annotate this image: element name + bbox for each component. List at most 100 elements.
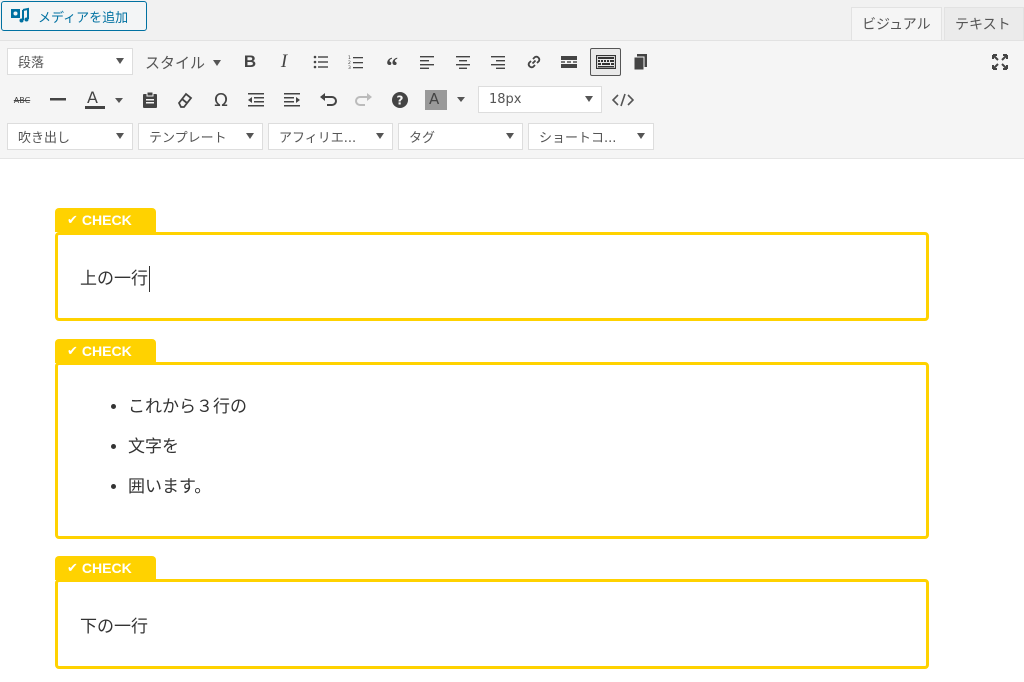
copy-icon <box>633 54 647 71</box>
list-item[interactable]: 文字を <box>128 427 247 467</box>
check-box-label: ✔ CHECK <box>55 556 156 580</box>
undo-icon <box>320 93 337 106</box>
align-left-button[interactable] <box>413 48 441 76</box>
italic-button[interactable]: I <box>270 48 298 76</box>
tag-select[interactable]: タグ <box>398 123 523 150</box>
shortcode-label: ショートコ... <box>539 131 617 146</box>
strikethrough-button[interactable]: ABC <box>8 86 36 114</box>
indent-icon <box>284 93 300 107</box>
add-media-label: メディアを追加 <box>38 10 129 26</box>
add-media-button[interactable]: メディアを追加 <box>1 1 147 31</box>
affiliate-select[interactable]: アフィリエ... <box>268 123 393 150</box>
numbered-list-button[interactable]: 123 <box>342 48 370 76</box>
box-paragraph[interactable]: 上の一行 <box>80 264 150 292</box>
text-color-icon: A <box>85 89 123 109</box>
template-label: テンプレート <box>149 131 227 146</box>
style-dropdown[interactable]: スタイル <box>145 52 222 73</box>
template-select[interactable]: テンプレート <box>138 123 263 150</box>
insert-link-button[interactable] <box>520 48 548 76</box>
chevron-down-icon <box>213 59 222 66</box>
box-paragraph-text: 下の一行 <box>80 617 148 637</box>
chevron-down-icon <box>116 133 124 139</box>
text-cursor <box>149 266 150 292</box>
numbered-list-icon: 123 <box>348 55 363 70</box>
tag-label: タグ <box>409 131 436 146</box>
chevron-down-icon <box>116 58 124 64</box>
align-center-icon <box>456 56 470 69</box>
paragraph-format-value: 段落 <box>18 56 45 71</box>
paste-as-text-button[interactable] <box>136 86 164 114</box>
horizontal-line-icon <box>50 98 66 101</box>
checkmark-icon: ✔ <box>67 343 78 358</box>
font-size-value: 18px <box>489 92 522 107</box>
box-paragraph[interactable]: 下の一行 <box>80 612 148 637</box>
clipboard-icon <box>143 91 157 108</box>
speech-bubble-select[interactable]: 吹き出し <box>7 123 133 150</box>
help-button[interactable]: ? <box>386 86 414 114</box>
affiliate-label: アフィリエ... <box>279 131 357 146</box>
quote-icon: “ <box>386 53 398 80</box>
clear-formatting-button[interactable] <box>171 86 199 114</box>
check-label-text: CHECK <box>81 343 132 359</box>
style-label: スタイル <box>145 54 206 72</box>
background-color-button[interactable]: A <box>422 86 468 114</box>
code-icon <box>612 93 634 107</box>
text-color-button[interactable]: A <box>80 86 126 114</box>
align-left-icon <box>420 56 434 69</box>
speech-bubble-label: 吹き出し <box>18 131 71 146</box>
check-box-label: ✔ CHECK <box>55 339 156 363</box>
keyboard-icon <box>595 55 616 69</box>
box-paragraph-text: 上の一行 <box>80 269 148 289</box>
editor-content[interactable]: ✔ CHECK 上の一行 ✔ CHECK これから３行の 文字を 囲います。 ✔… <box>0 159 1024 682</box>
bullet-list[interactable]: これから３行の 文字を 囲います。 <box>88 387 247 507</box>
shortcode-select[interactable]: ショートコ... <box>528 123 654 150</box>
check-box[interactable]: 上の一行 <box>55 232 929 321</box>
bold-icon: B <box>243 52 257 71</box>
bullet-list-button[interactable] <box>307 48 335 76</box>
align-right-button[interactable] <box>484 48 512 76</box>
indent-button[interactable] <box>278 86 306 114</box>
checkmark-icon: ✔ <box>67 212 78 227</box>
outdent-button[interactable] <box>242 86 270 114</box>
outdent-icon <box>248 93 264 107</box>
bullet-list-icon <box>313 55 328 69</box>
checkmark-icon: ✔ <box>67 560 78 575</box>
check-box[interactable]: これから３行の 文字を 囲います。 <box>55 362 929 539</box>
undo-button[interactable] <box>314 86 342 114</box>
copy-button[interactable] <box>627 48 655 76</box>
editor-toolbar: 段落 スタイル B I 123 “ ABC A Ω ? A 18px 吹き出し … <box>0 40 1024 159</box>
check-box[interactable]: 下の一行 <box>55 579 929 669</box>
link-icon <box>527 55 541 69</box>
special-character-button[interactable]: Ω <box>207 86 235 114</box>
strikethrough-icon: ABC <box>13 95 31 105</box>
tab-text[interactable]: テキスト <box>944 7 1024 40</box>
help-icon: ? <box>392 92 408 108</box>
list-item[interactable]: これから３行の <box>128 387 247 427</box>
horizontal-line-button[interactable] <box>44 86 72 114</box>
tab-visual-label: ビジュアル <box>862 17 931 33</box>
svg-text:?: ? <box>397 94 404 108</box>
toolbar-toggle-button[interactable] <box>590 48 621 76</box>
align-center-button[interactable] <box>449 48 477 76</box>
paragraph-format-select[interactable]: 段落 <box>7 48 133 75</box>
media-icon <box>10 7 32 25</box>
check-label-text: CHECK <box>81 212 132 228</box>
fullscreen-icon <box>992 54 1008 70</box>
eraser-icon <box>177 92 193 108</box>
omega-icon: Ω <box>214 89 228 111</box>
source-code-button[interactable] <box>609 86 637 114</box>
align-right-icon <box>491 56 505 69</box>
italic-icon: I <box>280 51 288 72</box>
check-label-text: CHECK <box>81 560 132 576</box>
bold-button[interactable]: B <box>236 48 264 76</box>
chevron-down-icon <box>376 133 384 139</box>
redo-button[interactable] <box>350 86 378 114</box>
read-more-button[interactable] <box>555 48 583 76</box>
svg-text:A: A <box>429 90 440 108</box>
check-box-label: ✔ CHECK <box>55 208 156 232</box>
blockquote-button[interactable]: “ <box>378 48 406 80</box>
tab-visual[interactable]: ビジュアル <box>851 7 942 40</box>
fullscreen-button[interactable] <box>986 48 1014 76</box>
font-size-select[interactable]: 18px <box>478 86 602 113</box>
list-item[interactable]: 囲います。 <box>128 467 247 507</box>
